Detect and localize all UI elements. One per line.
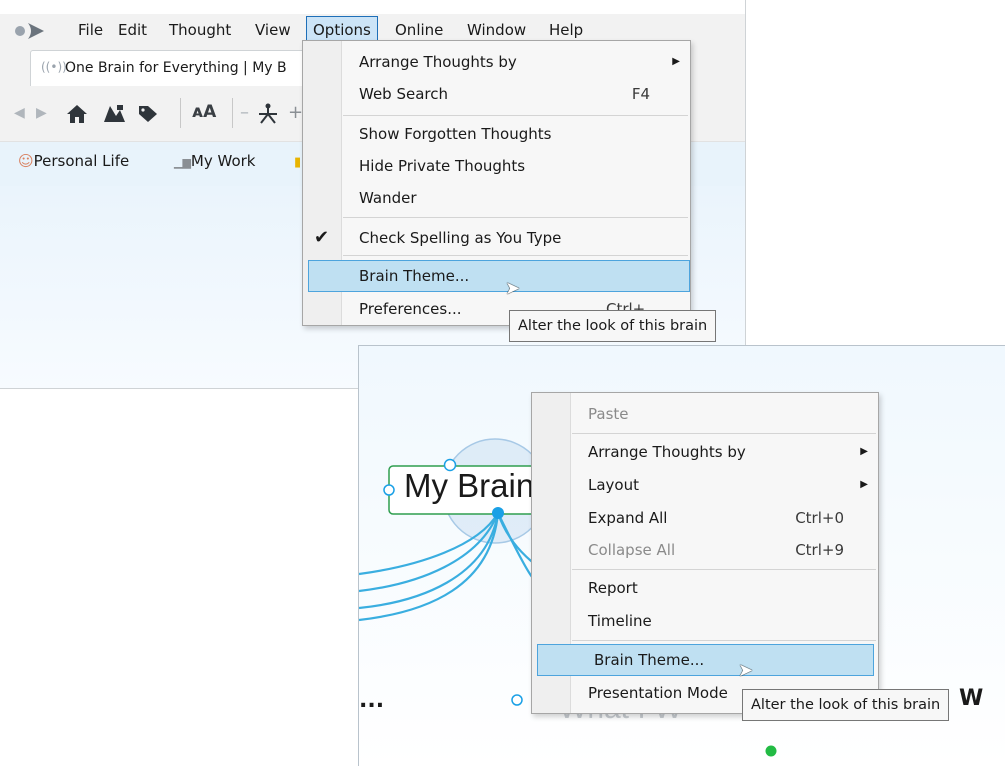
- menu-item-shortcut: F4: [631, 85, 650, 103]
- menu-separator: [343, 255, 688, 256]
- forward-icon[interactable]: ▶: [36, 105, 47, 121]
- menu-thought[interactable]: Thought: [163, 17, 237, 43]
- home-icon[interactable]: [66, 104, 88, 124]
- map-icon[interactable]: [102, 104, 126, 124]
- options-window: File Edit Thought View Options Online Wi…: [0, 0, 746, 389]
- menu-item-label: Collapse All: [588, 541, 676, 559]
- menu-item-brain-theme[interactable]: Brain Theme...: [308, 260, 690, 292]
- menu-separator: [343, 115, 688, 116]
- partial-node-w: W: [959, 686, 984, 711]
- menu-item-label: Wander: [359, 189, 417, 207]
- menu-view[interactable]: View: [249, 17, 297, 43]
- menu-item-label: Brain Theme...: [594, 651, 705, 669]
- menu-edit[interactable]: Edit: [112, 17, 153, 43]
- network-icon[interactable]: [256, 102, 280, 124]
- menu-item-label: Expand All: [588, 509, 668, 527]
- menu-item-label: Check Spelling as You Type: [359, 229, 562, 247]
- menu-item-label: Paste: [588, 405, 629, 423]
- tag-icon[interactable]: [138, 105, 158, 123]
- menu-separator: [572, 569, 876, 570]
- menu-item-label: Brain Theme...: [359, 267, 470, 285]
- menu-item-label: Report: [588, 579, 638, 597]
- menu-item-label: Hide Private Thoughts: [359, 157, 526, 175]
- menu-item-arrange-thoughts[interactable]: Arrange Thoughts by ▶: [303, 47, 690, 77]
- menu-item-label: Show Forgotten Thoughts: [359, 125, 552, 143]
- menu-item-web-search[interactable]: Web Search F4: [303, 79, 690, 109]
- menu-file[interactable]: File: [72, 17, 109, 43]
- app-logo-icon[interactable]: [12, 20, 58, 42]
- menu-item-shortcut: Ctrl+9: [795, 541, 844, 559]
- menu-separator: [572, 640, 876, 641]
- menu-item-check-spelling[interactable]: ✔ Check Spelling as You Type: [303, 223, 690, 253]
- menu-item-layout[interactable]: Layout ▶: [532, 470, 878, 500]
- menu-item-collapse-all[interactable]: Collapse All Ctrl+9: [532, 535, 878, 565]
- menu-item-paste[interactable]: Paste: [532, 399, 878, 429]
- plus-icon[interactable]: +: [288, 102, 303, 123]
- menu-item-label: Layout: [588, 476, 639, 494]
- brain-tab[interactable]: ((•)) One Brain for Everything | My B: [30, 50, 332, 87]
- toolbar-separator: [180, 98, 181, 128]
- pin-label: My Work: [190, 152, 256, 170]
- context-menu: Paste Arrange Thoughts by ▶ Layout ▶ Exp…: [531, 392, 879, 714]
- menu-separator: [343, 217, 688, 218]
- tooltip-brain-theme: Alter the look of this brain: [509, 310, 717, 342]
- options-menu: Arrange Thoughts by ▶ Web Search F4 Show…: [302, 40, 691, 326]
- menu-item-wander[interactable]: Wander: [303, 183, 690, 213]
- font-size-icon[interactable]: ᴀA: [192, 102, 216, 122]
- menu-item-label: Web Search: [359, 85, 449, 103]
- menu-item-brain-theme[interactable]: Brain Theme...: [537, 644, 874, 676]
- back-icon[interactable]: ◀: [14, 105, 25, 121]
- menu-item-show-forgotten[interactable]: Show Forgotten Thoughts: [303, 119, 690, 149]
- menu-item-shortcut: Ctrl+0: [795, 509, 844, 527]
- menu-item-label: Timeline: [588, 612, 652, 630]
- mouse-cursor-icon: ➤: [505, 278, 521, 299]
- tab-title: One Brain for Everything | My B: [65, 60, 287, 76]
- menu-item-label: Arrange Thoughts by: [359, 53, 517, 71]
- menu-item-expand-all[interactable]: Expand All Ctrl+0: [532, 503, 878, 533]
- my-work-icon: ▁▆: [174, 156, 191, 169]
- personal-life-icon: ☺: [18, 152, 34, 170]
- menu-item-hide-private[interactable]: Hide Private Thoughts: [303, 151, 690, 181]
- menu-item-label: Preferences...: [359, 300, 462, 318]
- menu-item-label: Presentation Mode: [588, 684, 728, 702]
- tooltip-brain-theme: Alter the look of this brain: [742, 689, 950, 721]
- menu-item-arrange-thoughts[interactable]: Arrange Thoughts by ▶: [532, 437, 878, 467]
- checkmark-icon: ✔: [314, 227, 330, 248]
- partial-node-text: ...: [359, 688, 385, 713]
- menu-separator: [572, 433, 876, 434]
- pin-personal-life[interactable]: ☺Personal Life: [18, 152, 129, 170]
- online-signal-icon: ((•)): [41, 60, 67, 74]
- menu-item-report[interactable]: Report: [532, 573, 878, 603]
- pin-my-work[interactable]: ▁▆My Work: [174, 152, 256, 170]
- menu-item-timeline[interactable]: Timeline: [532, 606, 878, 636]
- submenu-arrow-icon: ▶: [672, 56, 680, 67]
- minus-icon[interactable]: –: [240, 102, 249, 123]
- toolbar-separator: [232, 98, 233, 128]
- mouse-cursor-icon: ➤: [738, 660, 754, 681]
- submenu-arrow-icon: ▶: [860, 479, 868, 490]
- menu-item-label: Arrange Thoughts by: [588, 443, 746, 461]
- pin-label: Personal Life: [33, 152, 130, 170]
- pin-partial-icon[interactable]: ▮: [294, 155, 301, 170]
- node-my-brain[interactable]: My Brain: [404, 467, 534, 505]
- submenu-arrow-icon: ▶: [860, 446, 868, 457]
